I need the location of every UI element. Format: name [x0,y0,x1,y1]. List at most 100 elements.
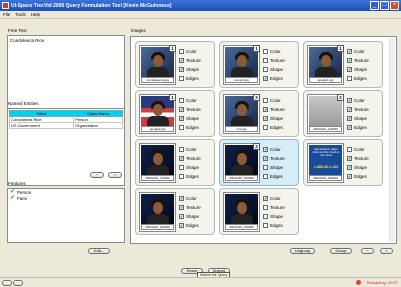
image-thumbnail[interactable]: 20041112_110000 2 [307,94,344,134]
checkbox[interactable]: ✔ [263,76,268,81]
option-shape[interactable]: Shape [179,163,201,172]
image-thumbnail[interactable]: 20041116_230000 [223,192,260,232]
option-texture[interactable]: ✔ Texture [263,154,285,163]
image-thumbnail[interactable]: condo1.jpg 1 [223,45,260,85]
remove-image-button[interactable]: − [361,248,374,254]
option-texture[interactable]: ✔ Texture [179,105,201,114]
edit-features-button[interactable]: Edit... [88,248,110,254]
image-card[interactable]: 20041116_160000 2 ✔ Color ✔ Texture Shape Edges [219,139,299,186]
checkbox[interactable] [263,67,268,72]
option-edges[interactable]: ✔ Edges [347,172,369,181]
option-shape[interactable]: Shape [263,65,285,74]
image-card[interactable]: condo1.jpg 1 Color Texture Shape ✔ Edges [219,41,299,88]
image-card[interactable]: 20041116_190000 ✔ Color ✔ Texture ✔ Shape ✔ Edge… [135,188,215,235]
checkbox[interactable]: ✔ [347,98,352,103]
image-thumbnail[interactable]: 20041116_190000 [139,192,176,232]
option-texture[interactable]: ✔ Texture [263,105,285,114]
checkbox[interactable]: ✔ [263,147,268,152]
checkbox[interactable]: ✔ [179,67,184,72]
checkbox[interactable]: ✔ [347,165,352,170]
option-color[interactable]: Color [347,145,369,154]
image-card[interactable]: google3.jpg 1 Color ✔ Texture ✔ Shape Edges [135,90,215,137]
add-image-button[interactable]: + [380,248,393,254]
option-texture[interactable]: ✔ Texture [179,154,201,163]
checkbox[interactable]: ✔ [347,67,352,72]
checkbox[interactable]: ✔ [179,107,184,112]
option-edges[interactable]: ✔ Edges [347,123,369,132]
option-shape[interactable]: ✔ Shape [179,212,201,221]
checkbox[interactable] [263,205,268,210]
option-color[interactable]: ✔ Color [347,96,369,105]
checkbox[interactable] [263,214,268,219]
image-card[interactable]: 20041112_110000 2 ✔ Color ✔ Texture ✔ Shape ✔ Edg… [303,90,383,137]
image-thumbnail[interactable]: 20041116_160000 2 [223,143,260,183]
close-button[interactable]: × [390,1,399,10]
option-shape[interactable]: Shape [263,163,285,172]
checkbox[interactable]: ✔ [347,49,352,54]
option-edges[interactable]: ✔ Edges [179,221,201,230]
checkbox[interactable]: ✔ [263,156,268,161]
option-texture[interactable]: Texture [263,56,285,65]
option-texture[interactable]: ✔ Texture [347,154,369,163]
option-edges[interactable]: Edges [263,172,285,181]
checkbox[interactable]: ✔ [347,125,352,130]
checkbox[interactable]: ✔ [179,196,184,201]
image-thumbnail[interactable]: Condoleezza.jpg 1 [139,45,176,85]
option-color[interactable]: ✔ Color [263,194,285,203]
checkbox[interactable] [263,223,268,228]
option-edges[interactable]: Edges [347,74,369,83]
group-button[interactable]: Group [330,248,352,254]
option-shape[interactable]: ✔ Shape [263,114,285,123]
option-edges[interactable]: Edges [263,123,285,132]
option-shape[interactable]: ✔ Shape [347,65,369,74]
image-thumbnail[interactable]: Iraqi elections: Share what you think. S… [307,143,344,183]
option-color[interactable]: Color [179,47,201,56]
image-card[interactable]: Condoleezza.jpg 1 Color ✔ Texture ✔ Shape Edges [135,41,215,88]
checkbox[interactable]: ✔ [179,156,184,161]
option-edges[interactable]: Edges [179,123,201,132]
checkbox[interactable]: ✔ [347,156,352,161]
image-card[interactable]: 20041116_110000 Color ✔ Texture Shape Edges [135,139,215,186]
menu-file[interactable]: File [3,12,10,17]
checkbox[interactable] [263,98,268,103]
option-shape[interactable]: Shape [263,212,285,221]
add-entity-button[interactable]: + [108,172,122,178]
option-texture[interactable]: ✔ Texture [179,203,201,212]
checkbox[interactable] [179,165,184,170]
option-edges[interactable]: Edges [179,172,201,181]
checkbox[interactable]: ✔ [347,58,352,63]
menu-tools[interactable]: Tools [15,12,26,17]
remove-entity-button[interactable]: − [90,172,104,178]
image-card[interactable]: 20041116_230000 ✔ Color Texture Shape Edges [219,188,299,235]
option-color[interactable]: ✔ Color [263,145,285,154]
checkbox[interactable]: ✔ [263,116,268,121]
option-texture[interactable]: Texture [263,203,285,212]
option-color[interactable]: Color [263,96,285,105]
option-color[interactable]: ✔ Color [347,47,369,56]
checkbox[interactable] [263,58,268,63]
checkbox[interactable] [179,98,184,103]
checkbox[interactable] [179,147,184,152]
option-texture[interactable]: ✔ Texture [347,56,369,65]
checkbox[interactable]: ✔ [179,116,184,121]
option-texture[interactable]: ✔ Texture [179,56,201,65]
checkbox[interactable] [179,125,184,130]
checkbox[interactable] [263,165,268,170]
option-edges[interactable]: Edges [179,74,201,83]
option-shape[interactable]: ✔ Shape [347,114,369,123]
status-button-1[interactable] [2,280,12,286]
minimize-button[interactable]: _ [370,1,379,10]
checkbox[interactable]: ✔ [179,223,184,228]
checkbox[interactable] [347,76,352,81]
table-row[interactable]: US Government Organization [8,122,123,129]
vertical-scrollbar[interactable] [389,38,395,242]
image-thumbnail[interactable]: 20041116_110000 [139,143,176,183]
option-color[interactable]: Color [263,47,285,56]
image-thumbnail[interactable]: rice.jpg 2 [223,94,260,134]
ungroup-button[interactable]: Ungroup [290,248,315,254]
checkbox[interactable] [179,174,184,179]
checkbox[interactable] [179,76,184,81]
option-color[interactable]: ✔ Color [179,194,201,203]
image-card[interactable]: Iraqi elections: Share what you think. S… [303,139,383,186]
maximize-button[interactable]: □ [380,1,389,10]
